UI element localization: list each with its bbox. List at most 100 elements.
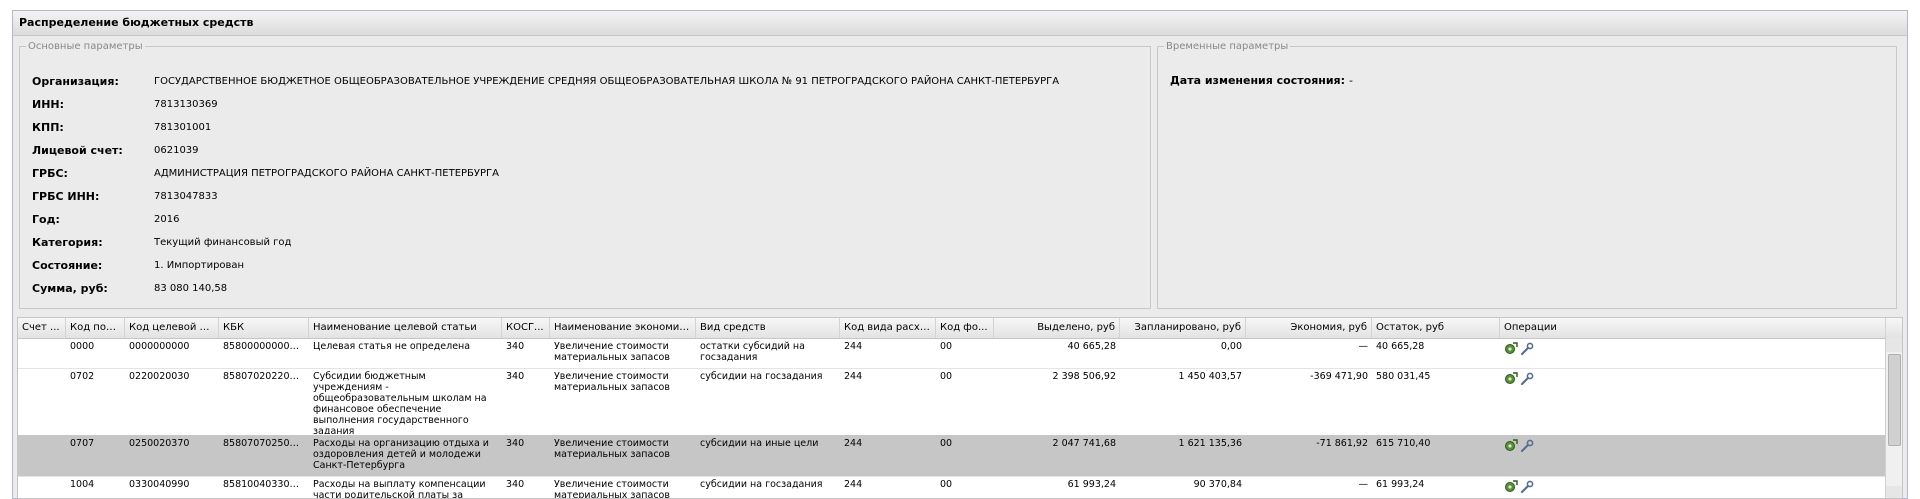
param-label: ГРБС:	[32, 167, 68, 180]
cell-kosgu: 340	[506, 341, 525, 352]
cell-kosgu: 340	[506, 371, 525, 382]
cell-kod-pod: 0707	[70, 438, 95, 449]
table-row[interactable]: 0702 0220020030 8580702022002... Субсидии б…	[18, 368, 1886, 436]
cell-kod-cel: 0330040990	[129, 479, 190, 490]
cell-economy: —	[1358, 479, 1369, 490]
cell-ostatok: 40 665,28	[1376, 341, 1425, 352]
wrench-icon[interactable]	[1520, 342, 1534, 356]
scroll-up-arrow[interactable]	[1886, 338, 1902, 352]
cell-kbk: 8580702022002...	[223, 371, 309, 382]
column-header[interactable]: КОСГ...	[502, 318, 550, 338]
cell-kod-pod: 0702	[70, 371, 95, 382]
budget-grid: Счет ... Код под... Код целевой ст... КБК На…	[17, 317, 1903, 499]
row-operations	[1504, 372, 1536, 386]
table-row[interactable]: 0707 0250020370 8580707025002... Расходы на…	[18, 435, 1886, 477]
cell-kbk: 8581004033004...	[223, 479, 309, 490]
cell-ostatok: 580 031,45	[1376, 371, 1431, 382]
param-label: Сумма, руб:	[32, 282, 108, 295]
cell-zaplanirovano: 0,00	[1220, 341, 1242, 352]
cell-vid-sredstv: остатки субсидий на госзадания	[700, 341, 805, 363]
budget-distribution-panel: Распределение бюджетных средств Основные…	[12, 10, 1908, 499]
param-value: ГОСУДАРСТВЕННОЕ БЮДЖЕТНОЕ ОБЩЕОБРАЗОВАТЕ…	[154, 76, 1060, 87]
param-value: 2016	[154, 214, 180, 225]
status-change-date-value: -	[1349, 74, 1354, 87]
time-params-fieldset: Временные параметры Дата изменения состо…	[1157, 41, 1897, 309]
cell-ostatok: 615 710,40	[1376, 438, 1431, 449]
cell-kod-cel: 0220020030	[129, 371, 190, 382]
param-value: 1. Импортирован	[154, 260, 245, 271]
cell-vydeleno: 61 993,24	[1067, 479, 1116, 490]
gear-add-icon[interactable]	[1504, 372, 1518, 386]
cell-naim-cel: Расходы на выплату компенсации части род…	[313, 479, 486, 499]
cell-schet	[18, 479, 66, 498]
column-header[interactable]: Наименование целевой статьи	[309, 318, 502, 338]
cell-naim-econ: Увеличение стоимости материальных запасо…	[554, 371, 670, 393]
param-label: Состояние:	[32, 259, 103, 272]
cell-zaplanirovano: 1 621 135,36	[1178, 438, 1242, 449]
cell-schet	[18, 371, 66, 434]
column-header[interactable]: Код под...	[66, 318, 125, 338]
column-header[interactable]: Экономия, руб	[1246, 318, 1372, 338]
table-row[interactable]: 0000 0000000000 8580000000000... Целевая ст…	[18, 338, 1886, 369]
cell-kod-fo: 00	[940, 341, 953, 352]
param-label: Год:	[32, 213, 60, 226]
cell-naim-cel: Субсидии бюджетным учреждениям - общеобр…	[313, 371, 487, 434]
table-row[interactable]: 1004 0330040990 8581004033004... Расходы на…	[18, 476, 1886, 499]
wrench-icon[interactable]	[1520, 480, 1534, 494]
param-value: 781301001	[154, 122, 212, 133]
cell-kod-pod: 0000	[70, 341, 95, 352]
cell-naim-cel: Расходы на организацию отдыха и оздоровл…	[313, 438, 489, 471]
status-change-date: Дата изменения состояния: -	[1170, 74, 1353, 87]
cell-kbk: 8580707025002...	[223, 438, 309, 449]
cell-kod-cel: 0000000000	[129, 341, 190, 352]
column-header[interactable]: Код вида расхо...	[840, 318, 936, 338]
status-change-date-label: Дата изменения состояния:	[1170, 74, 1346, 87]
cell-kod-cel: 0250020370	[129, 438, 190, 449]
cell-economy: -369 471,90	[1310, 371, 1368, 382]
gear-add-icon[interactable]	[1504, 342, 1518, 356]
cell-kosgu: 340	[506, 438, 525, 449]
wrench-icon[interactable]	[1520, 372, 1534, 386]
cell-zaplanirovano: 90 370,84	[1193, 479, 1242, 490]
cell-kod-fo: 00	[940, 438, 953, 449]
column-header[interactable]: Код целевой ст...	[125, 318, 219, 338]
cell-kod-vida: 244	[844, 438, 863, 449]
time-params-legend: Временные параметры	[1166, 41, 1289, 52]
wrench-icon[interactable]	[1520, 439, 1534, 453]
column-header[interactable]: КБК	[219, 318, 309, 338]
cell-zaplanirovano: 1 450 403,57	[1178, 371, 1242, 382]
column-header[interactable]: Наименование экономич...	[550, 318, 696, 338]
cell-naim-econ: Увеличение стоимости материальных запасо…	[554, 341, 670, 363]
row-operations	[1504, 342, 1536, 356]
column-header[interactable]: Счет ...	[18, 318, 66, 338]
param-label: Категория:	[32, 236, 103, 249]
cell-schet	[18, 341, 66, 367]
column-header[interactable]: Операции	[1500, 318, 1886, 338]
cell-kod-vida: 244	[844, 479, 863, 490]
row-operations	[1504, 480, 1536, 494]
gear-add-icon[interactable]	[1504, 439, 1518, 453]
param-value: 7813047833	[154, 191, 218, 202]
column-header[interactable]: Остаток, руб	[1372, 318, 1500, 338]
column-header[interactable]: Запланировано, руб	[1120, 318, 1246, 338]
cell-economy: —	[1358, 341, 1369, 352]
param-label: КПП:	[32, 121, 64, 134]
cell-naim-cel: Целевая статья не определена	[313, 341, 471, 352]
gear-add-icon[interactable]	[1504, 480, 1518, 494]
main-params-legend: Основные параметры	[28, 41, 143, 52]
column-header[interactable]: Вид средств	[696, 318, 840, 338]
scroll-down-arrow[interactable]	[1886, 486, 1902, 498]
column-header[interactable]: Код фо...	[936, 318, 994, 338]
cell-schet	[18, 438, 66, 475]
param-label: Организация:	[32, 75, 119, 88]
scroll-thumb[interactable]	[1888, 354, 1901, 446]
cell-kod-pod: 1004	[70, 479, 95, 490]
cell-economy: -71 861,92	[1316, 438, 1368, 449]
cell-kbk: 8580000000000...	[223, 341, 309, 352]
param-label: ГРБС ИНН:	[32, 190, 100, 203]
cell-vydeleno: 2 047 741,68	[1052, 438, 1116, 449]
row-operations	[1504, 439, 1536, 453]
cell-kosgu: 340	[506, 479, 525, 490]
vertical-scrollbar[interactable]	[1885, 338, 1902, 498]
column-header[interactable]: Выделено, руб	[994, 318, 1120, 338]
